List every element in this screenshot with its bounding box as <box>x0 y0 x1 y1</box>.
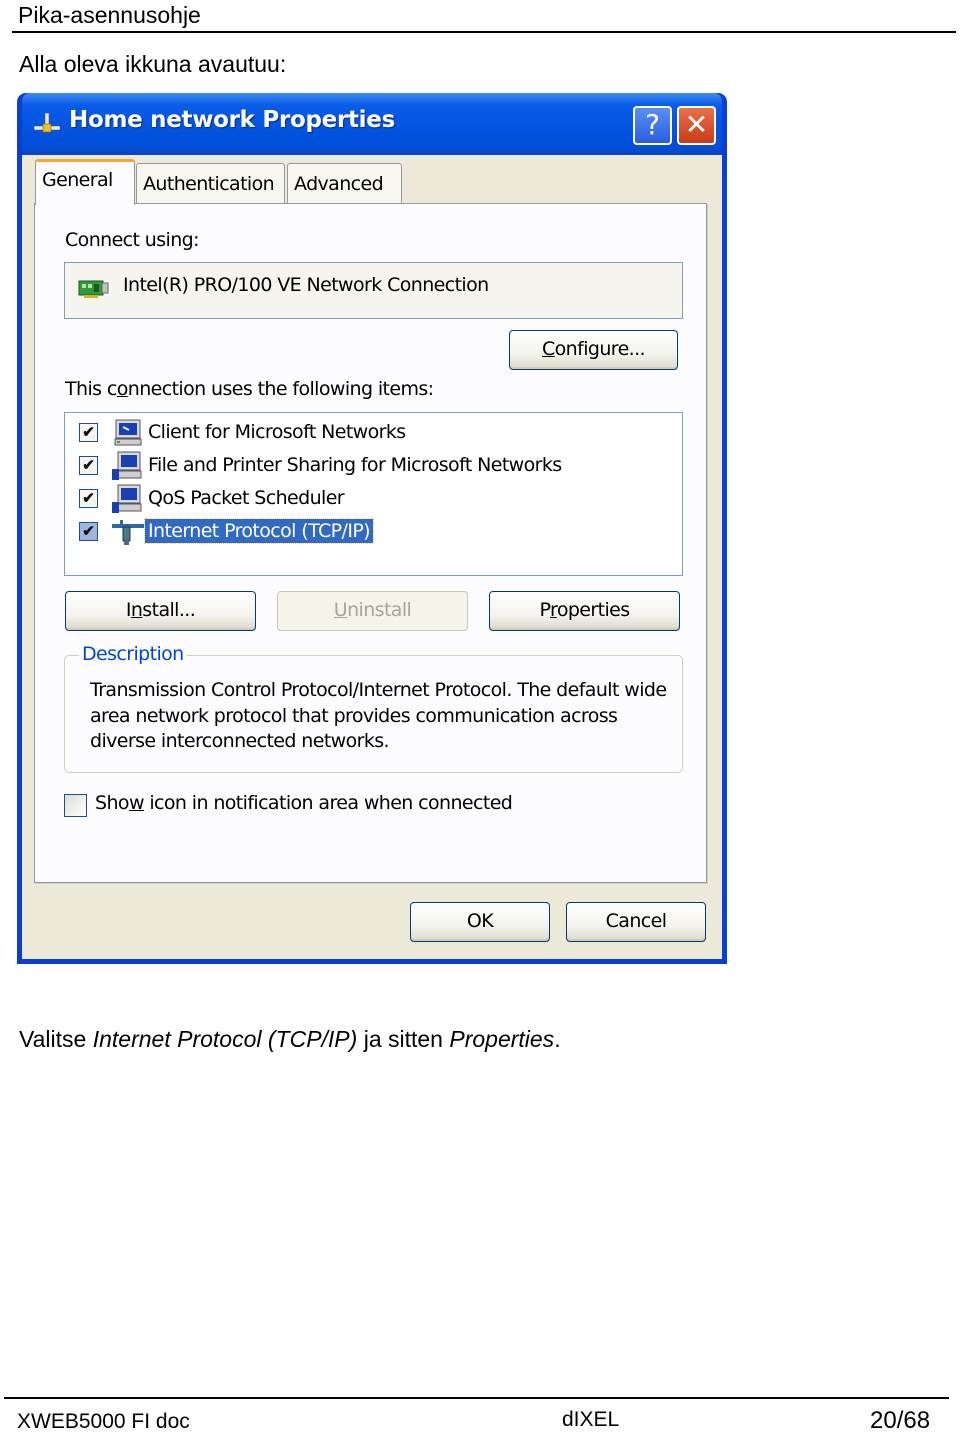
title-bar[interactable]: Home network Properties ? ✕ <box>22 93 722 155</box>
tab-general[interactable]: General <box>35 159 135 205</box>
description-legend: Description <box>79 643 187 665</box>
adapter-name: Intel(R) PRO/100 VE Network Connection <box>123 274 489 296</box>
properties-dialog: Home network Properties ? ✕ General Auth… <box>17 93 727 964</box>
close-button[interactable]: ✕ <box>677 106 716 145</box>
tab-advanced[interactable]: Advanced <box>287 163 402 203</box>
cancel-button[interactable]: Cancel <box>566 902 706 942</box>
uninstall-accel: U <box>333 599 348 621</box>
shared-computer-icon <box>112 451 142 480</box>
show-icon-label-post: icon in notification area when connected <box>143 792 513 814</box>
list-item[interactable]: ✔ QoS Packet Scheduler <box>79 484 639 514</box>
instruction-caption: Valitse Internet Protocol (TCP/IP) ja si… <box>19 1026 561 1053</box>
tab-authentication[interactable]: Authentication <box>136 163 285 203</box>
protocol-icon <box>112 520 144 545</box>
show-icon-option[interactable]: Show icon in notification area when conn… <box>64 792 564 820</box>
dialog-client-area: General Authentication Advanced Connect … <box>22 155 722 959</box>
service-computer-icon <box>112 484 142 513</box>
show-icon-accel: w <box>128 792 145 814</box>
install-accel: n <box>130 599 143 621</box>
properties-button[interactable]: Properties <box>489 591 680 631</box>
ok-button[interactable]: OK <box>410 902 550 942</box>
install-button[interactable]: Install... <box>65 591 256 631</box>
properties-label-post: operties <box>556 599 630 621</box>
list-item[interactable]: ✔ File and Printer Sharing for Microsoft… <box>79 451 639 481</box>
properties-label-pre: P <box>539 599 551 621</box>
configure-label-post: onfigure... <box>554 338 646 360</box>
item-label: QoS Packet Scheduler <box>148 487 345 509</box>
network-card-icon <box>78 280 109 298</box>
components-list[interactable]: ✔ Client for Microsoft Networks ✔ File a… <box>64 412 683 576</box>
show-icon-label: Show icon in notification area when conn… <box>95 792 513 814</box>
intro-text: Alla oleva ikkuna avautuu: <box>19 51 287 77</box>
help-button[interactable]: ? <box>633 106 672 145</box>
connect-using-label: Connect using: <box>65 229 200 251</box>
show-icon-label-pre: Sho <box>95 792 130 814</box>
uninstall-button[interactable]: Uninstall <box>277 591 468 631</box>
caption-emphasis-properties: Properties <box>449 1026 555 1052</box>
items-label-post: nnection uses the following items: <box>127 378 434 400</box>
list-item-selected[interactable]: ✔ Internet Protocol (TCP/IP) <box>79 517 639 547</box>
description-text: Transmission Control Protocol/Internet P… <box>90 679 667 752</box>
footer-page-number: 20/68 <box>870 1407 931 1434</box>
items-label-pre: This c <box>65 378 117 400</box>
page-header: Pika-asennusohje <box>18 2 201 28</box>
item-checkbox[interactable]: ✔ <box>79 423 98 442</box>
adapter-field: Intel(R) PRO/100 VE Network Connection <box>64 262 683 319</box>
uninstall-label-post: ninstall <box>347 599 412 621</box>
configure-accel: C <box>541 338 555 360</box>
header-rule <box>12 31 956 33</box>
item-checkbox[interactable]: ✔ <box>79 456 98 475</box>
general-tab-panel: Connect using: Intel(R) PRO/100 VE Netwo… <box>34 203 707 883</box>
list-item[interactable]: ✔ Client for Microsoft Networks <box>79 418 639 448</box>
network-connection-icon <box>33 113 61 133</box>
item-checkbox[interactable]: ✔ <box>79 489 98 508</box>
dialog-title: Home network Properties <box>69 107 395 133</box>
caption-text: . <box>554 1026 561 1052</box>
caption-text: Valitse <box>19 1026 93 1052</box>
item-label: Client for Microsoft Networks <box>148 421 406 443</box>
item-label: File and Printer Sharing for Microsoft N… <box>148 454 562 476</box>
items-label-accel: o <box>116 378 129 400</box>
client-computer-icon <box>114 419 142 446</box>
footer-brand: dIXEL <box>562 1408 620 1431</box>
install-label-post: stall... <box>142 599 196 621</box>
caption-emphasis-protocol: Internet Protocol (TCP/IP) <box>92 1026 358 1052</box>
item-checkbox[interactable]: ✔ <box>79 522 98 541</box>
properties-accel: r <box>550 599 557 621</box>
configure-button[interactable]: Configure... <box>509 330 678 370</box>
caption-text: ja sitten <box>357 1026 450 1052</box>
show-icon-checkbox[interactable] <box>64 794 87 817</box>
footer-document-id: XWEB5000 FI doc <box>17 1410 190 1433</box>
item-label: Internet Protocol (TCP/IP) <box>144 518 374 544</box>
description-group: Description Transmission Control Protoco… <box>64 643 683 773</box>
footer-rule <box>4 1397 949 1399</box>
items-label: This connection uses the following items… <box>65 378 434 400</box>
